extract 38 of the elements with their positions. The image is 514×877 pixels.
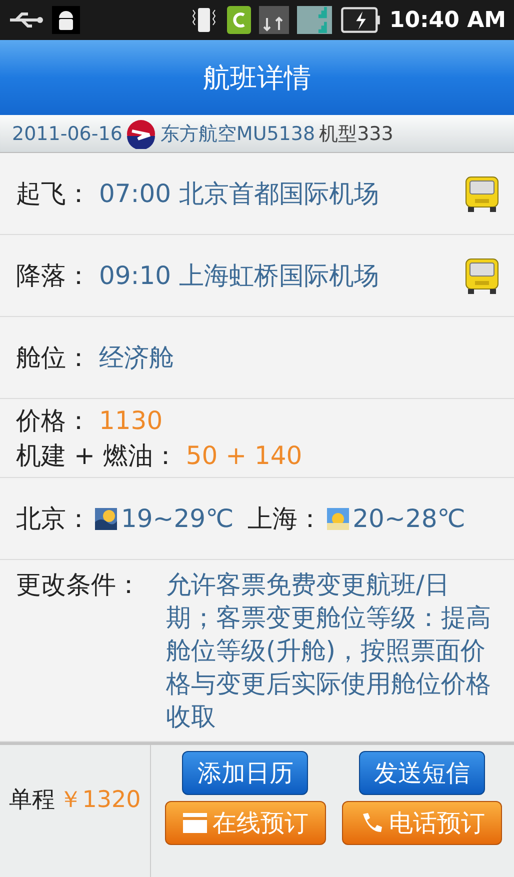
signal-icon [297, 6, 332, 34]
action-button[interactable]: 发送短信 [358, 751, 485, 795]
field-label: 更改条件： [16, 569, 142, 601]
bus-icon[interactable] [464, 256, 500, 294]
field-label: 降落： [16, 260, 91, 292]
fare-price: ￥1320 [59, 786, 141, 814]
city-label: 上海： [248, 503, 323, 535]
app-icon [227, 6, 252, 34]
temperature: 19~29℃ [121, 504, 234, 533]
weather-icon [326, 508, 349, 530]
price-value: 50 + 140 [186, 441, 302, 470]
price-value: 1130 [99, 406, 163, 435]
action-button[interactable]: 添加日历 [182, 751, 308, 795]
conditions-text: 允许客票免费变更航班/日期；客票变更舱位等级：提高舱位等级(升舱)，按照票面价格与变更后实际使用舱位价格收取 [166, 569, 492, 733]
aircraft-type: 机型333 [319, 122, 394, 146]
field-value: 07:00 北京首都国际机场 [99, 178, 379, 210]
battery-icon [340, 6, 382, 34]
field-value: 09:10 上海虹桥国际机场 [99, 260, 379, 292]
data-transfer-icon [259, 6, 290, 34]
flight-number: 东方航空MU5138 [160, 122, 316, 146]
field-label: 舱位： [16, 342, 91, 374]
card-icon [182, 811, 208, 835]
airline-logo-icon [126, 118, 156, 148]
field-label: 起飞： [16, 178, 91, 210]
flight-date: 2011-06-16 [12, 122, 122, 144]
action-button[interactable]: 电话预订 [342, 801, 502, 845]
weather-icon [95, 508, 117, 530]
action-button[interactable]: 在线预订 [165, 801, 326, 845]
temperature: 20~28℃ [352, 504, 466, 533]
fare-label: 单程 [9, 786, 56, 814]
page-title: 航班详情 [203, 62, 311, 96]
clock: 10:40 AM [389, 8, 506, 32]
field-value: 经济舱 [99, 342, 174, 374]
bus-icon[interactable] [464, 174, 500, 212]
city-label: 北京： [16, 503, 91, 535]
usb-icon [8, 10, 44, 30]
field-label: 价格： [16, 405, 91, 437]
field-label: 机建 + 燃油： [16, 440, 178, 472]
